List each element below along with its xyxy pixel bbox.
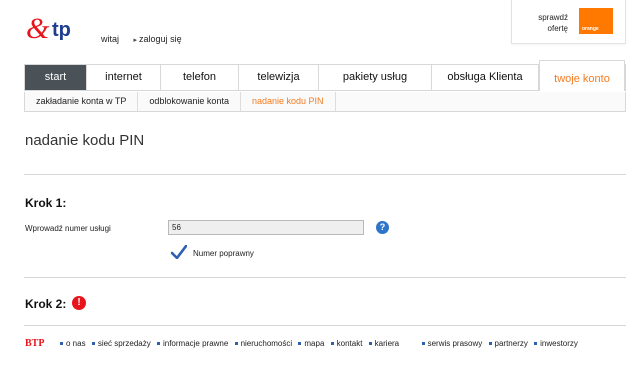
main-nav: start internet telefon telewizja pakiety… <box>24 60 626 91</box>
tp-logo-icon: & tp <box>26 12 71 45</box>
sub-nav: zakładanie konta w TP odblokowanie konta… <box>24 92 626 112</box>
checkmark-icon <box>171 245 187 259</box>
tab-obsluga-klienta[interactable]: obsługa Klienta <box>432 65 539 90</box>
subtab-odblokowanie-konta[interactable]: odblokowanie konta <box>138 92 241 111</box>
bullet-icon <box>298 342 302 346</box>
footer-logo-icon[interactable]: BTP <box>24 335 50 349</box>
promo-box[interactable]: sprawdź ofertę orange <box>511 0 626 44</box>
bullet-icon <box>488 342 492 346</box>
welcome-text: witaj <box>101 34 120 44</box>
bullet-icon <box>156 342 160 346</box>
subtab-zakladanie-konta[interactable]: zakładanie konta w TP <box>25 92 139 111</box>
footer-link-label: partnerzy <box>494 339 528 348</box>
tab-twoje-konto[interactable]: twoje konto <box>539 60 625 91</box>
number-valid-text: Numer poprawny <box>193 249 254 258</box>
service-number-input[interactable] <box>168 220 364 235</box>
footer-link-label: nieruchomości <box>240 339 293 348</box>
promo-line2: ofertę <box>547 24 568 33</box>
footer-link[interactable]: serwis prasowy <box>421 339 483 348</box>
orange-logo: orange <box>579 8 613 34</box>
bullet-icon <box>91 342 95 346</box>
footer-links: o nas sieć sprzedaży informacje prawne n… <box>60 339 582 348</box>
service-number-label: Wprowadź numer usługi <box>25 224 111 233</box>
tab-internet[interactable]: internet <box>87 65 161 90</box>
footer-link-label: informacje prawne <box>162 339 229 348</box>
divider <box>24 277 626 278</box>
bullet-icon <box>421 342 425 346</box>
footer-link[interactable]: inwestorzy <box>534 339 578 348</box>
footer-link-label: kontakt <box>336 339 363 348</box>
promo-line1: sprawdź <box>538 13 568 22</box>
tab-telefon[interactable]: telefon <box>161 65 239 90</box>
footer-link-label: kariera <box>374 339 400 348</box>
footer-link[interactable]: sieć sprzedaży <box>91 339 151 348</box>
help-icon[interactable]: ? <box>376 221 389 234</box>
svg-text:tp: tp <box>52 19 71 41</box>
footer-link[interactable]: o nas <box>60 339 86 348</box>
subtab-nadanie-kodu-pin[interactable]: nadanie kodu PIN <box>241 92 336 111</box>
bullet-icon <box>330 342 334 346</box>
footer-link-label: inwestorzy <box>540 339 578 348</box>
tab-pakiety-uslug[interactable]: pakiety usług <box>319 65 432 90</box>
error-icon: ! <box>72 296 86 310</box>
footer-link[interactable]: nieruchomości <box>234 339 293 348</box>
login-link[interactable]: ▸ zaloguj się <box>134 34 182 44</box>
footer-link-label: sieć sprzedaży <box>97 339 151 348</box>
tab-start[interactable]: start <box>25 65 87 90</box>
svg-text:BTP: BTP <box>25 338 44 349</box>
bullet-icon <box>534 342 538 346</box>
footer-link[interactable]: partnerzy <box>488 339 528 348</box>
footer-link-label: o nas <box>66 339 86 348</box>
page-title: nadanie kodu PIN <box>25 132 145 149</box>
bullet-icon <box>368 342 372 346</box>
bullet-icon <box>234 342 238 346</box>
tp-logo[interactable]: & tp <box>26 8 86 48</box>
svg-text:&: & <box>26 12 50 45</box>
tab-telewizja[interactable]: telewizja <box>239 65 319 90</box>
arrow-right-icon: ▸ <box>133 37 138 44</box>
footer-link-label: serwis prasowy <box>427 339 483 348</box>
login-label: zaloguj się <box>139 34 182 44</box>
footer-link[interactable]: kariera <box>368 339 400 348</box>
orange-brand-text: orange <box>582 26 599 32</box>
divider <box>24 325 626 326</box>
step1-title: Krok 1: <box>25 196 67 210</box>
promo-text: sprawdź ofertę <box>518 12 568 34</box>
footer-link[interactable]: informacje prawne <box>156 339 229 348</box>
top-links: witaj ▸ zaloguj się <box>101 34 182 44</box>
bullet-icon <box>60 342 63 346</box>
step2-title: Krok 2: <box>25 297 67 311</box>
divider <box>24 174 626 175</box>
footer-link[interactable]: kontakt <box>330 339 363 348</box>
footer-link-label: mapa <box>304 339 325 348</box>
footer-link[interactable]: mapa <box>298 339 324 348</box>
